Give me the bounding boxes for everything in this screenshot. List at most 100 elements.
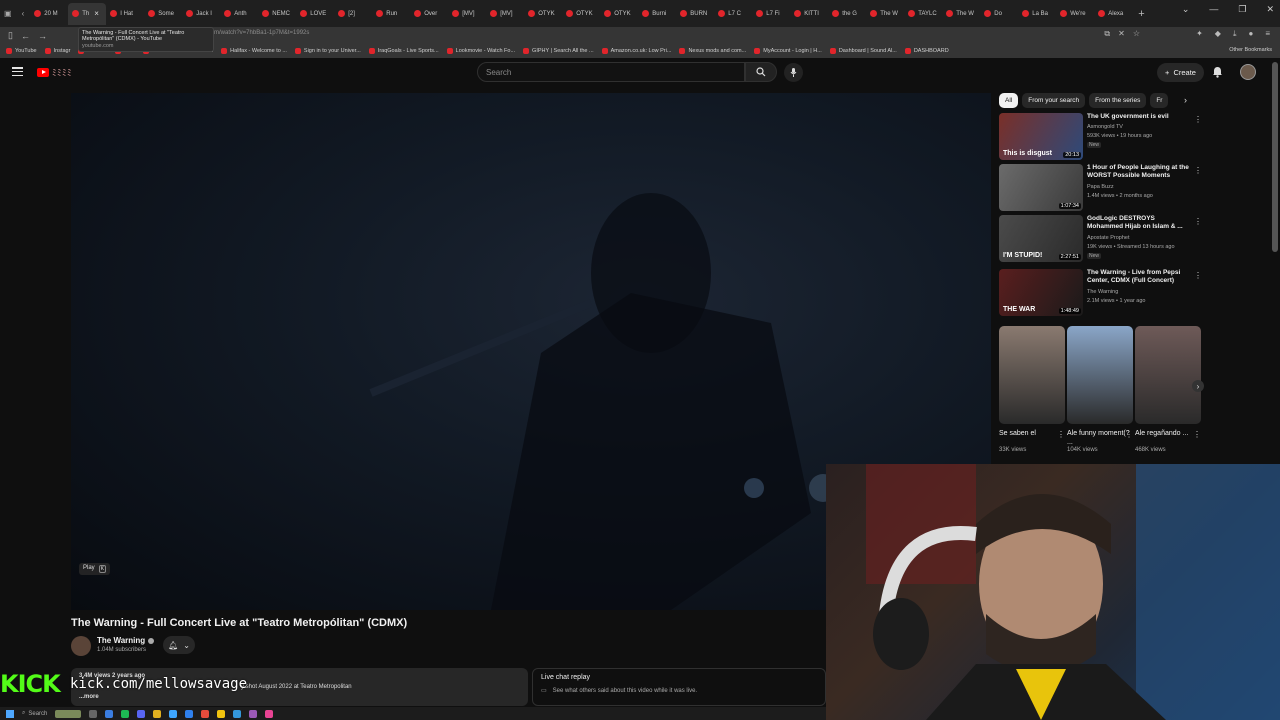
file-explorer-icon[interactable] <box>153 709 162 718</box>
back-icon[interactable]: ← <box>21 31 30 41</box>
profile-icon[interactable]: ● <box>1248 29 1253 39</box>
browser-tab[interactable]: OTYK <box>600 3 638 25</box>
store-icon[interactable] <box>185 709 194 718</box>
short-item[interactable]: Ale funny moment(? ... 104K views ⋮ <box>1067 326 1133 453</box>
hamburger-menu-icon[interactable] <box>12 67 23 76</box>
browser-tab[interactable]: 20 M <box>30 3 68 25</box>
recommended-video[interactable]: 1:07:34 1 Hour of People Laughing at the … <box>999 164 1204 212</box>
video-title[interactable]: 1 Hour of People Laughing at the WORST P… <box>1087 164 1191 180</box>
video-channel[interactable]: Asmongold TV <box>1087 124 1123 130</box>
download-icon[interactable]: ⤓ <box>1233 29 1237 39</box>
extensions-icon[interactable]: ✦ <box>1196 29 1203 39</box>
bookmark-item[interactable]: Nexus mods and com... <box>679 48 746 54</box>
short-title[interactable]: Ale regañando ... <box>1135 429 1201 447</box>
chevron-right-icon[interactable]: › <box>1184 95 1187 105</box>
voice-search-button[interactable] <box>784 63 803 82</box>
browser-tab[interactable]: Burni <box>638 3 676 25</box>
obs-icon[interactable] <box>249 709 258 718</box>
video-thumbnail[interactable]: I'M STUPID! 2:27:51 <box>999 215 1083 262</box>
browser-tab[interactable]: the G <box>828 3 866 25</box>
bookmark-item[interactable]: MyAccount - Login | H... <box>754 48 822 54</box>
sidebar-icon[interactable]: ▯ <box>8 30 13 41</box>
recommended-video[interactable]: THE WAR 1:48:49 The Warning - Live from Pe… <box>999 269 1204 317</box>
browser-tab[interactable]: Do <box>980 3 1018 25</box>
browser-tab[interactable]: [2] <box>334 3 372 25</box>
browser-tab[interactable]: OTYK <box>524 3 562 25</box>
notifications-button[interactable] <box>1212 65 1223 83</box>
recommended-video[interactable]: I'M STUPID! 2:27:51 GodLogic DESTROYS Moha… <box>999 215 1204 263</box>
browser-tab[interactable]: Jack I <box>182 3 220 25</box>
browser-tab[interactable]: Th × <box>68 2 107 25</box>
browser-tab[interactable]: La Ba <box>1018 3 1056 25</box>
channel-name[interactable]: The Warning <box>97 636 155 645</box>
browser-tab[interactable]: The W <box>866 3 904 25</box>
short-title[interactable]: Ale funny moment(? ... <box>1067 429 1133 447</box>
bookmark-item[interactable]: Amazon.co.uk: Low Pri... <box>601 48 671 54</box>
forward-icon[interactable]: → <box>38 31 47 41</box>
video-channel[interactable]: The Warning <box>1087 289 1118 295</box>
shorts-next-icon[interactable]: › <box>1192 380 1204 392</box>
app-icon[interactable] <box>201 709 210 718</box>
short-thumbnail[interactable] <box>1135 326 1201 424</box>
tab-search-icon[interactable]: ⌄ <box>1182 4 1190 15</box>
discord-icon[interactable] <box>137 709 146 718</box>
video-thumbnail[interactable]: This is disgust 20:13 <box>999 113 1083 160</box>
edge-icon[interactable] <box>105 709 114 718</box>
maximize-icon[interactable]: ❐ <box>1238 4 1246 15</box>
video-channel[interactable]: Apostate Prophet <box>1087 235 1130 241</box>
browser-tab[interactable]: KITTI <box>790 3 828 25</box>
bookmark-item[interactable]: GIPHY | Search All the ... <box>523 48 594 54</box>
live-chat-replay[interactable]: Live chat replay ▭ See what others said … <box>532 668 826 706</box>
video-thumbnail[interactable]: 1:07:34 <box>999 164 1083 211</box>
browser-tab[interactable]: I Hat <box>106 3 144 25</box>
close-window-icon[interactable]: ✕ <box>1266 4 1274 15</box>
browser-tab[interactable]: [MV] <box>448 3 486 25</box>
browser-tab[interactable]: LOVE <box>296 3 334 25</box>
bookmark-item[interactable]: IraqGoals - Live Sports... <box>368 48 439 54</box>
search-button[interactable] <box>745 62 777 82</box>
browser-tab[interactable]: [MV] <box>486 3 524 25</box>
video-channel[interactable]: Papa Buzz <box>1087 184 1114 190</box>
browser-tab[interactable]: BURN <box>676 3 714 25</box>
taskbar-widget-icon[interactable] <box>55 709 82 718</box>
more-options-icon[interactable]: ⋮ <box>1194 217 1202 226</box>
filter-chip[interactable]: Fr <box>1150 93 1169 108</box>
description-more[interactable]: ...more <box>79 694 99 700</box>
browser-tab[interactable]: NEMC <box>258 3 296 25</box>
browser-tab[interactable]: Alexa <box>1094 3 1132 25</box>
browser-tab[interactable]: Some <box>144 3 182 25</box>
spotify-icon[interactable] <box>121 709 130 718</box>
filter-chip[interactable]: From your search <box>1022 93 1086 108</box>
filter-chip[interactable]: All <box>999 93 1019 108</box>
browser-tab[interactable]: Over <box>410 3 448 25</box>
settings-icon[interactable] <box>233 709 242 718</box>
bookmark-item[interactable]: Halifax - Welcome to ... <box>221 48 287 54</box>
url-text[interactable]: m/watch?v=7hbBa1-1p7M&t=1992s <box>214 30 309 36</box>
create-button[interactable]: + Create <box>1157 63 1204 82</box>
subscription-bell-button[interactable]: 🔔︎ ⌄ <box>163 636 195 654</box>
page-scrollbar[interactable] <box>1272 62 1278 252</box>
extension-icon[interactable]: ✕ <box>1118 29 1125 39</box>
browser-icon[interactable] <box>265 709 274 718</box>
short-item[interactable]: Ale regañando ... 468K views ⋮ <box>1135 326 1201 453</box>
more-options-icon[interactable]: ⋮ <box>1193 430 1201 439</box>
bookmark-item[interactable]: DASHBOARD <box>904 48 949 54</box>
minimize-icon[interactable]: — <box>1209 4 1218 15</box>
mail-icon[interactable] <box>169 709 178 718</box>
browser-tab[interactable]: L7 Fi <box>752 3 790 25</box>
install-icon[interactable]: ⧉ <box>1104 29 1110 39</box>
more-options-icon[interactable]: ⋮ <box>1125 430 1133 439</box>
video-title[interactable]: The UK government is evil <box>1087 113 1191 121</box>
more-options-icon[interactable]: ⋮ <box>1194 115 1202 124</box>
taskbar-search[interactable]: ⌕ Search <box>22 710 47 717</box>
video-thumbnail[interactable]: THE WAR 1:48:49 <box>999 269 1083 316</box>
search-input[interactable]: Search <box>477 62 745 82</box>
more-options-icon[interactable]: ⋮ <box>1194 166 1202 175</box>
short-thumbnail[interactable] <box>999 326 1065 424</box>
tab-back-icon[interactable]: ‹ <box>22 9 25 18</box>
browser-tab[interactable]: The W <box>942 3 980 25</box>
video-title[interactable]: GodLogic DESTROYS Mohammed Hijab on Isla… <box>1087 215 1191 231</box>
filter-chip[interactable]: From the series <box>1089 93 1147 108</box>
account-avatar[interactable] <box>1240 64 1256 80</box>
menu-icon[interactable]: ≡ <box>1265 29 1270 39</box>
